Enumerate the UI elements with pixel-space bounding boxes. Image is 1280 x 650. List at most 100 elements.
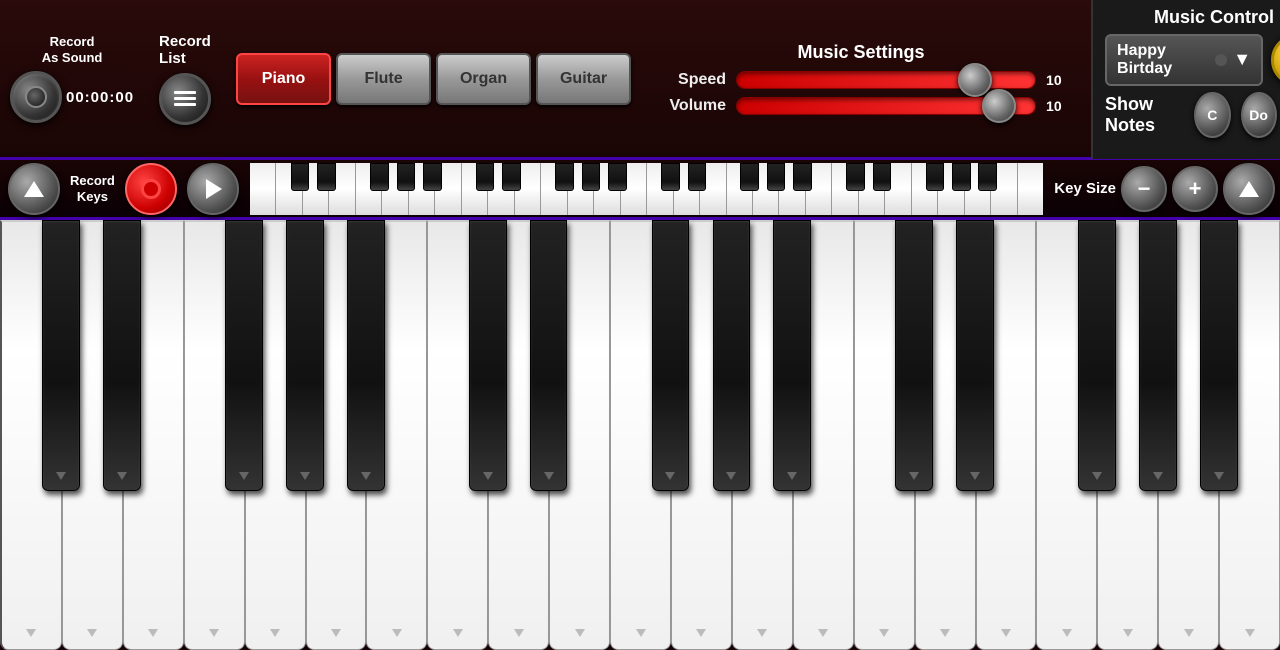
key-arrow-icon <box>818 629 828 637</box>
list-line-1 <box>174 91 196 94</box>
white-key[interactable] <box>610 220 671 650</box>
plus-icon: + <box>1189 176 1202 202</box>
key-arrow-icon <box>26 629 36 637</box>
music-control-section: Music Control Happy Birtday ▼ Show Notes… <box>1091 0 1280 159</box>
mini-white-key <box>727 163 753 215</box>
song-selector[interactable]: Happy Birtday ▼ <box>1105 34 1263 86</box>
mini-white-key <box>753 163 779 215</box>
song-name: Happy Birtday <box>1117 42 1215 78</box>
song-dropdown-arrow: ▼ <box>1233 49 1251 70</box>
mini-white-key <box>435 163 461 215</box>
mini-white-key <box>700 163 726 215</box>
white-key[interactable] <box>488 220 549 650</box>
key-size-label: Key Size <box>1054 180 1116 197</box>
show-notes-label: Show Notes <box>1105 94 1184 136</box>
white-key[interactable] <box>123 220 184 650</box>
instrument-flute[interactable]: Flute <box>336 53 431 105</box>
key-arrow-icon <box>270 629 280 637</box>
show-notes-row: Show Notes C Do ✦ <box>1105 92 1280 138</box>
key-arrow-icon <box>1123 629 1133 637</box>
key-size-section: Key Size − + <box>1049 163 1280 215</box>
key-size-decrease-button[interactable]: − <box>1121 166 1167 212</box>
song-row: Happy Birtday ▼ <box>1105 34 1280 86</box>
key-size-increase-button[interactable]: + <box>1172 166 1218 212</box>
white-key[interactable] <box>549 220 610 650</box>
white-keys-row <box>0 220 1280 650</box>
record-button[interactable] <box>125 163 177 215</box>
play-keys-icon <box>206 179 222 199</box>
mini-white-key <box>832 163 858 215</box>
piano-section <box>0 220 1280 650</box>
mini-white-key <box>488 163 514 215</box>
instrument-piano[interactable]: Piano <box>236 53 331 105</box>
white-key[interactable] <box>976 220 1037 650</box>
white-key[interactable] <box>306 220 367 650</box>
mini-keyboard <box>250 163 1044 215</box>
speed-slider-track[interactable] <box>736 71 1036 89</box>
mini-white-key <box>965 163 991 215</box>
play-button[interactable] <box>1271 34 1280 86</box>
key-arrow-icon <box>1062 629 1072 637</box>
list-line-3 <box>174 103 196 106</box>
key-arrow-icon <box>453 629 463 637</box>
white-key[interactable] <box>62 220 123 650</box>
list-line-2 <box>174 97 196 100</box>
white-key[interactable] <box>671 220 732 650</box>
volume-value: 10 <box>1046 98 1071 114</box>
key-arrow-icon <box>392 629 402 637</box>
white-key[interactable] <box>854 220 915 650</box>
key-arrow-icon <box>209 629 219 637</box>
speed-value: 10 <box>1046 72 1071 88</box>
speed-slider-thumb[interactable] <box>958 63 992 97</box>
white-key[interactable] <box>732 220 793 650</box>
mini-white-key <box>647 163 673 215</box>
note-do-knob[interactable]: Do <box>1241 92 1277 138</box>
white-key[interactable] <box>366 220 427 650</box>
record-knob[interactable] <box>10 71 62 123</box>
white-key[interactable] <box>1097 220 1158 650</box>
mini-white-key <box>859 163 885 215</box>
white-key[interactable] <box>1219 220 1280 650</box>
instruments-row: Piano Flute Organ Guitar <box>236 53 631 105</box>
mini-white-key <box>541 163 567 215</box>
music-control-title: Music Control <box>1105 7 1280 28</box>
mini-white-key <box>938 163 964 215</box>
mini-white-key <box>250 163 276 215</box>
play-keys-button[interactable] <box>187 163 239 215</box>
key-arrow-icon <box>1001 629 1011 637</box>
mini-white-key <box>276 163 302 215</box>
key-arrow-icon <box>757 629 767 637</box>
white-key[interactable] <box>184 220 245 650</box>
record-knob-inner <box>25 86 47 108</box>
key-arrow-icon <box>87 629 97 637</box>
note-c-knob[interactable]: C <box>1194 92 1230 138</box>
key-arrow-icon <box>940 629 950 637</box>
white-key[interactable] <box>427 220 488 650</box>
white-key[interactable] <box>1036 220 1097 650</box>
record-timer: 00:00:00 <box>66 89 134 106</box>
scroll-up-button[interactable] <box>8 163 60 215</box>
record-icon <box>141 179 161 199</box>
piano-wrapper <box>0 220 1280 650</box>
record-list-knob[interactable] <box>159 73 211 125</box>
white-key[interactable] <box>1158 220 1219 650</box>
key-arrow-icon <box>879 629 889 637</box>
key-size-up-button[interactable] <box>1223 163 1275 215</box>
white-key[interactable] <box>915 220 976 650</box>
mini-white-key <box>806 163 832 215</box>
mini-white-key <box>303 163 329 215</box>
instrument-guitar[interactable]: Guitar <box>536 53 631 105</box>
speed-row: Speed 10 <box>651 71 1071 89</box>
white-key[interactable] <box>245 220 306 650</box>
record-knob-container: 00:00:00 <box>10 71 134 123</box>
scroll-up-icon <box>24 181 44 197</box>
instrument-organ[interactable]: Organ <box>436 53 531 105</box>
list-icon <box>174 91 196 106</box>
volume-slider-track[interactable] <box>736 97 1036 115</box>
key-arrow-icon <box>1245 629 1255 637</box>
volume-slider-thumb[interactable] <box>982 89 1016 123</box>
white-key[interactable] <box>793 220 854 650</box>
record-list-label: Record List <box>159 33 211 67</box>
record-as-sound-section: RecordAs Sound 00:00:00 <box>0 26 144 131</box>
white-key[interactable] <box>0 220 62 650</box>
